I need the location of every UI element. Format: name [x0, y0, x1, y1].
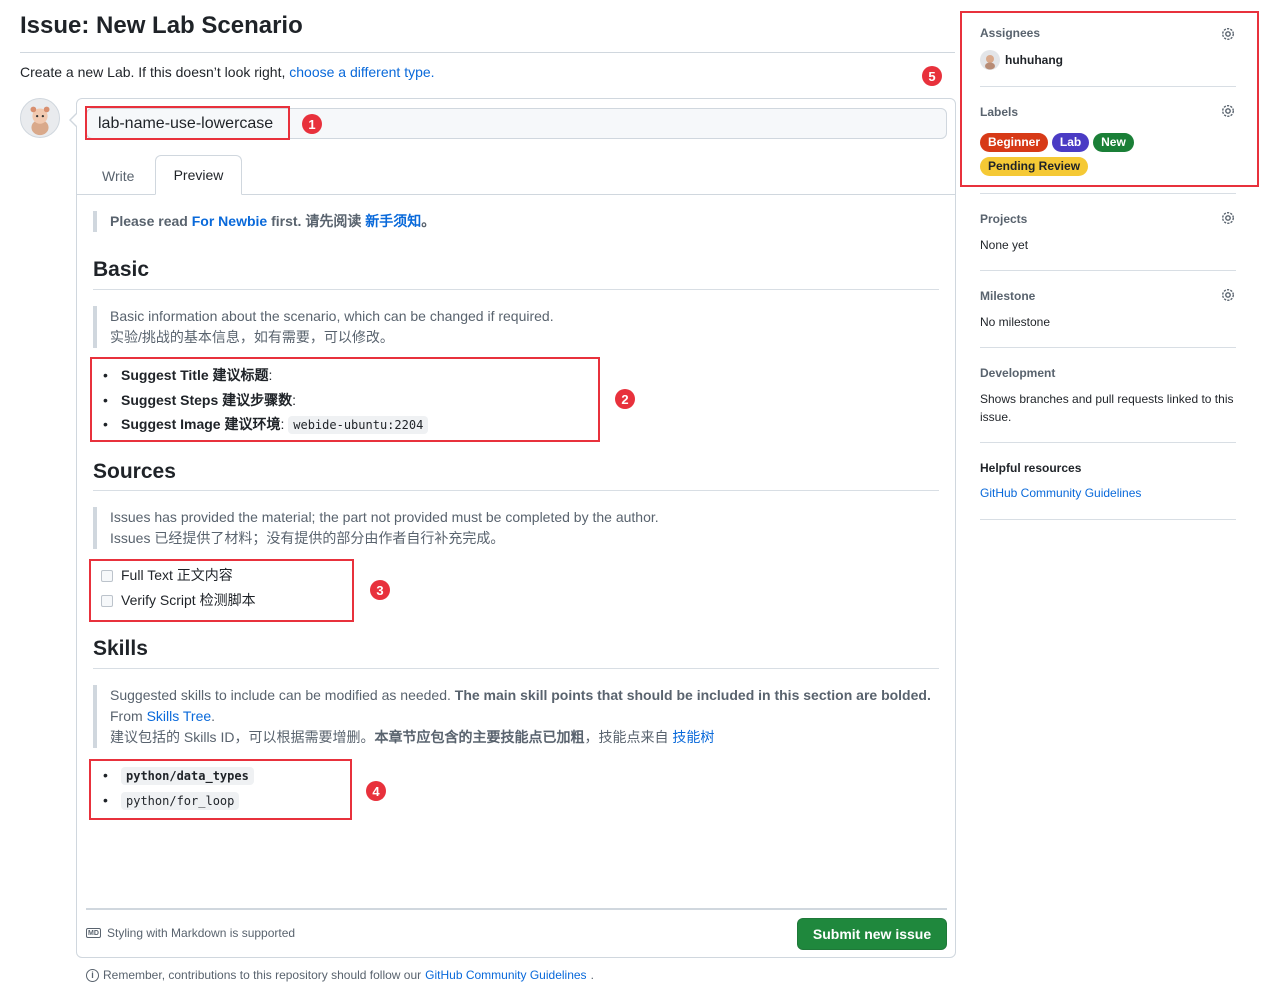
heading-skills: Skills — [93, 637, 148, 660]
sidebar-divider — [980, 442, 1236, 443]
heading-sources: Sources — [93, 460, 176, 483]
skills-quote-cn-bold: 本章节应包含的主要技能点已加粗 — [374, 729, 585, 745]
annotation-badge-3: 3 — [370, 580, 390, 600]
heading-basic: Basic — [93, 258, 150, 281]
sources-quote-line2: Issues 已经提供了材料；没有提供的部分由作者自行补充完成。 — [110, 530, 505, 546]
annotation-box-5 — [960, 11, 1259, 187]
annotation-badge-2: 2 — [615, 389, 635, 409]
annotation-badge-5: 5 — [922, 66, 942, 86]
sidebar-divider — [980, 193, 1236, 194]
skill-tree-cn-link[interactable]: 技能树 — [672, 729, 714, 745]
skills-quote-a: Suggested skills to include can be modif… — [110, 687, 451, 703]
page-subtitle: Create a new Lab. If this doesn’t look r… — [20, 64, 435, 80]
tab-write[interactable]: Write — [102, 168, 134, 184]
heading-skills-rule — [93, 668, 939, 669]
tab-preview[interactable]: Preview — [155, 155, 242, 195]
helpful-guidelines-link[interactable]: GitHub Community Guidelines — [980, 486, 1141, 500]
markdown-icon: MD — [86, 928, 101, 938]
heading-sources-rule — [93, 490, 939, 491]
skills-tree-link[interactable]: Skills Tree — [147, 708, 212, 724]
subtitle-text: Create a new Lab. If this doesn’t look r… — [20, 64, 286, 80]
sidebar-divider — [980, 519, 1236, 520]
development-heading: Development — [980, 366, 1056, 380]
remember-note: i Remember, contributions to this reposi… — [86, 968, 594, 982]
sidebar-divider — [980, 270, 1236, 271]
skills-quote-cn-a: 建议包括的 Skills ID，可以根据需要增删。 — [110, 729, 375, 745]
sources-quote: Issues has provided the material; the pa… — [93, 507, 939, 549]
submit-new-issue-button[interactable]: Submit new issue — [797, 918, 947, 950]
intro-prefix: Please read — [110, 213, 188, 229]
annotation-badge-1: 1 — [302, 114, 322, 134]
choose-type-link[interactable]: choose a different type. — [289, 64, 434, 80]
annotation-badge-4: 4 — [366, 781, 386, 801]
projects-gear-icon[interactable] — [1220, 210, 1236, 226]
helpful-resources-heading: Helpful resources — [980, 461, 1082, 475]
milestone-gear-icon[interactable] — [1220, 287, 1236, 303]
basic-quote: Basic information about the scenario, wh… — [93, 306, 939, 348]
author-avatar — [20, 98, 60, 138]
development-value: Shows branches and pull requests linked … — [980, 392, 1234, 424]
editor-caret-inner — [71, 113, 78, 127]
annotation-box-4 — [89, 759, 352, 820]
remember-text: Remember, contributions to this reposito… — [103, 968, 422, 982]
skills-quote-cn: 建议包括的 Skills ID，可以根据需要增删。本章节应包含的主要技能点已加粗… — [110, 727, 939, 748]
projects-value: None yet — [980, 238, 1029, 252]
skills-quote-bold: The main skill points that should be inc… — [454, 687, 931, 703]
sidebar-divider — [980, 347, 1236, 348]
info-icon: i — [86, 968, 99, 982]
sources-quote-line1: Issues has provided the material; the pa… — [110, 509, 659, 525]
milestone-value: No milestone — [980, 315, 1051, 329]
basic-quote-line2: 实验/挑战的基本信息，如有需要，可以修改。 — [110, 329, 394, 345]
skills-quote-en: Suggested skills to include can be modif… — [110, 685, 939, 727]
avatar-icon — [21, 99, 59, 137]
remember-end: . — [590, 968, 594, 982]
annotation-box-2 — [90, 357, 600, 442]
newbie-guide-link[interactable]: 新手须知 — [365, 213, 421, 229]
heading-basic-rule — [93, 289, 939, 290]
title-divider — [20, 52, 955, 53]
milestone-heading: Milestone — [980, 289, 1036, 303]
markdown-note-text: Styling with Markdown is supported — [107, 926, 296, 940]
community-guidelines-link[interactable]: GitHub Community Guidelines — [425, 968, 586, 982]
intro-quote: Please read For Newbie first. 请先阅读 新手须知。 — [93, 211, 939, 232]
intro-suffix: 。 — [421, 213, 436, 229]
annotation-box-1 — [85, 106, 290, 140]
skills-quote-from: From — [110, 708, 143, 724]
markdown-note: MD Styling with Markdown is supported — [86, 926, 295, 940]
basic-quote-line1: Basic information about the scenario, wh… — [110, 308, 554, 324]
page-title: Issue: New Lab Scenario — [20, 12, 303, 39]
skills-quote-end: . — [211, 708, 216, 724]
editor-footer-divider — [86, 908, 947, 910]
projects-heading: Projects — [980, 212, 1028, 226]
skills-quote: Suggested skills to include can be modif… — [93, 685, 939, 748]
skills-quote-cn-b: ，技能点来自 — [584, 729, 669, 745]
intro-middle: first. 请先阅读 — [271, 213, 362, 229]
for-newbie-link[interactable]: For Newbie — [192, 213, 267, 229]
annotation-box-3 — [89, 559, 354, 622]
